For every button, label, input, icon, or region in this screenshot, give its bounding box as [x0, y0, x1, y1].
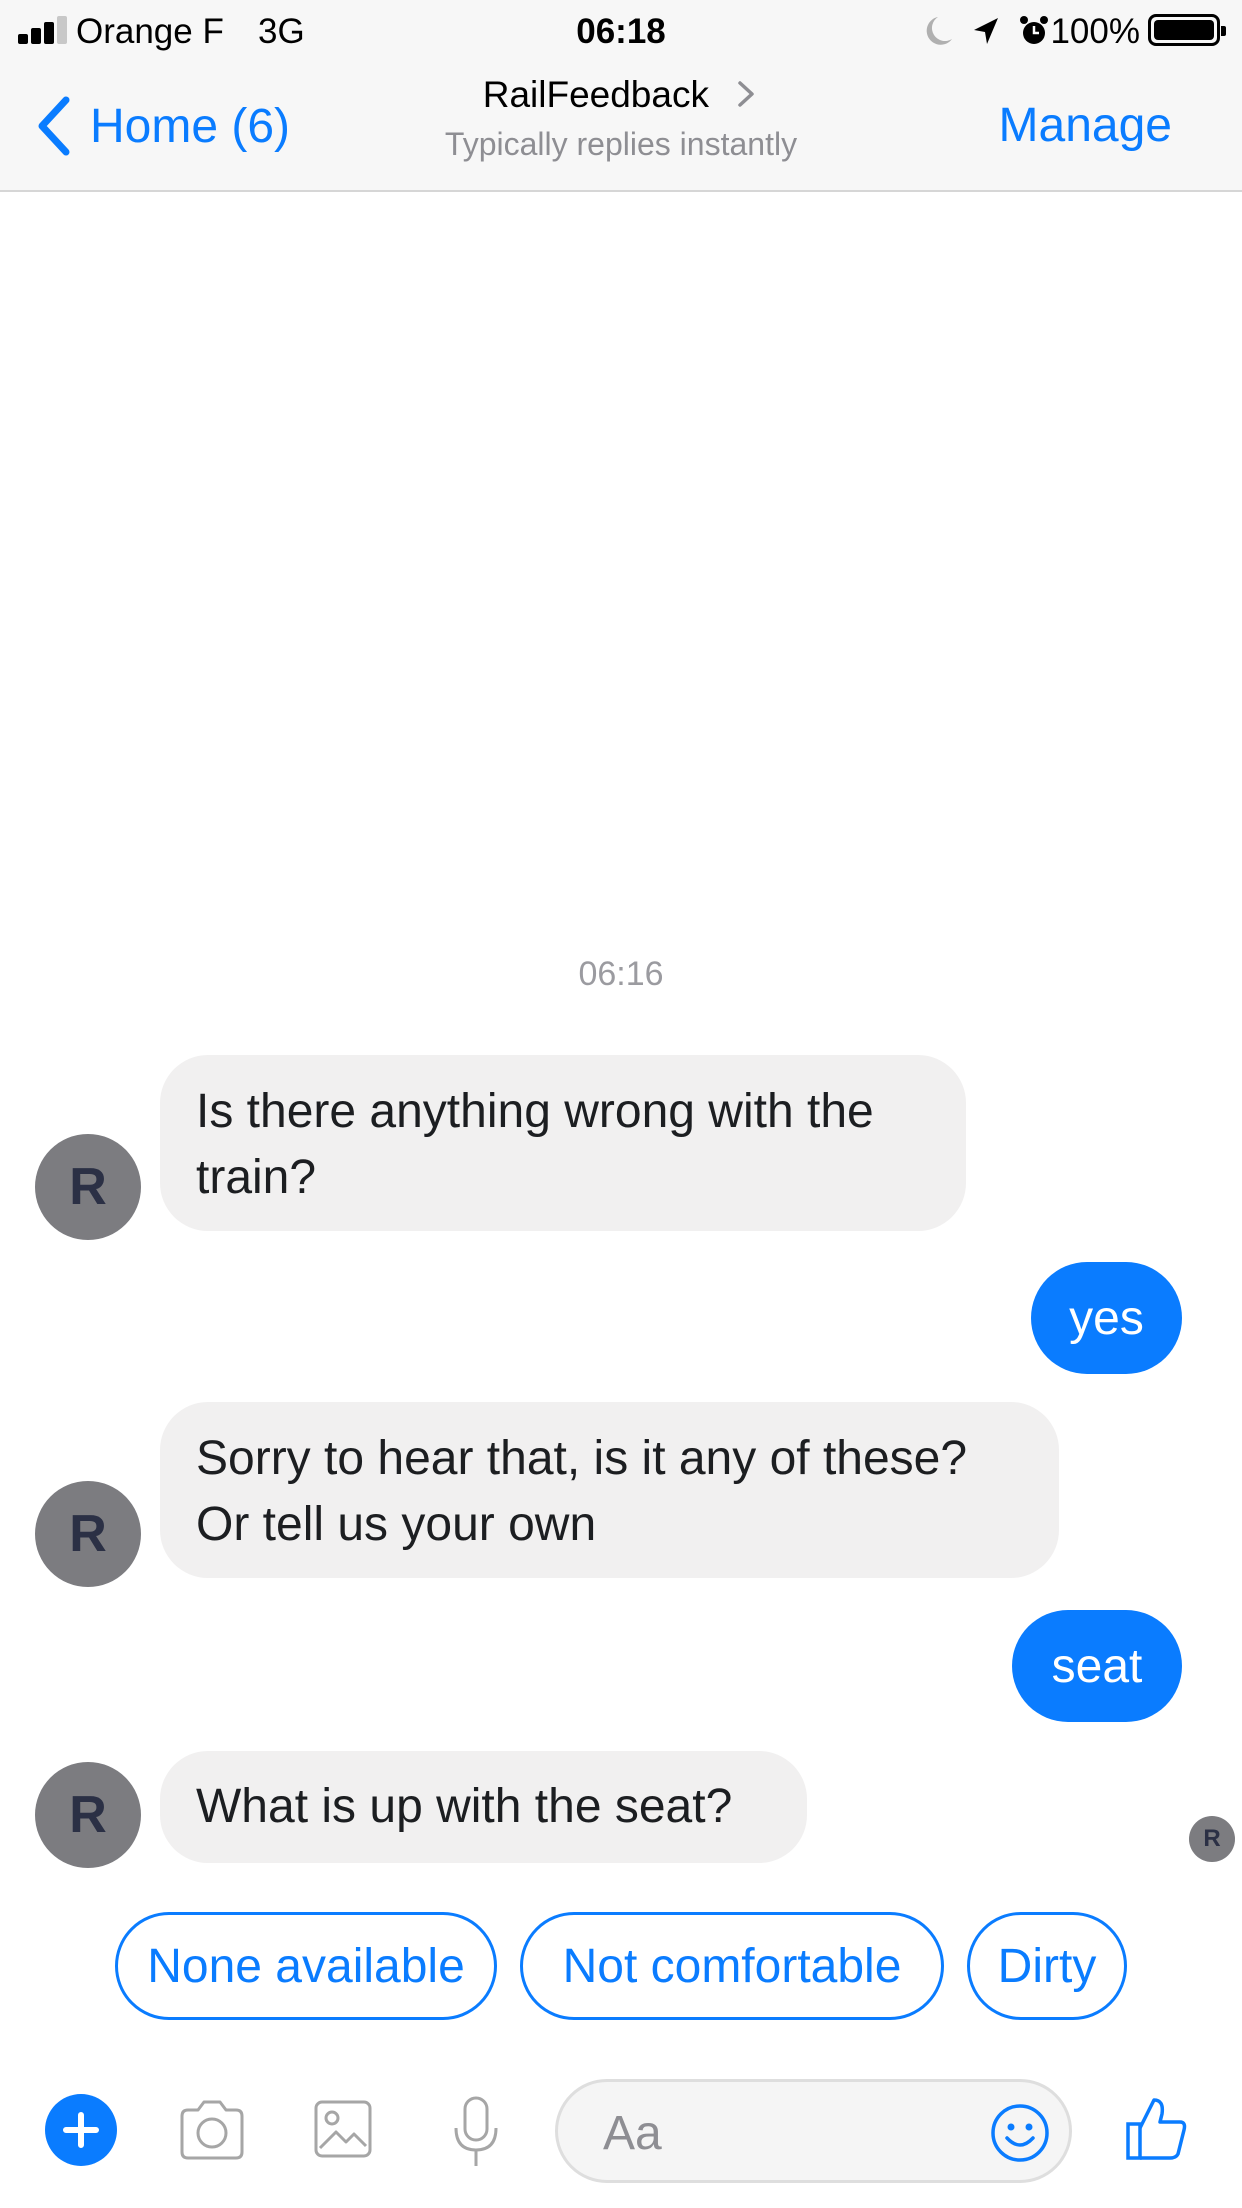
messenger-screen: Orange F 3G 06:18 100% Home (6) RailFeed…	[0, 0, 1242, 2208]
moon-icon	[926, 17, 952, 45]
message-input[interactable]: Aa	[555, 2079, 1072, 2183]
quick-reply-none-available[interactable]: None available	[115, 1912, 497, 2020]
plus-icon	[63, 2112, 99, 2148]
quick-reply-not-comfortable[interactable]: Not comfortable	[520, 1912, 944, 2020]
message-input-placeholder: Aa	[603, 2107, 662, 2160]
conversation-title: RailFeedback	[482, 74, 709, 115]
status-icons	[926, 16, 1048, 45]
incoming-message: What is up with the seat?	[160, 1751, 807, 1863]
plus-button[interactable]	[45, 2094, 117, 2166]
avatar[interactable]: R	[35, 1481, 141, 1587]
read-receipt-avatar: R	[1189, 1816, 1235, 1862]
camera-icon[interactable]	[176, 2098, 248, 2162]
manage-button[interactable]: Manage	[999, 98, 1172, 153]
outgoing-message: seat	[1012, 1610, 1182, 1722]
quick-reply-dirty[interactable]: Dirty	[967, 1912, 1127, 2020]
alarm-clock-icon	[1020, 16, 1048, 44]
message-line: What is up with the seat?	[196, 1780, 733, 1833]
nav-bar: Home (6) RailFeedback Typically replies …	[0, 62, 1242, 192]
location-arrow-icon	[974, 18, 998, 44]
image-icon[interactable]	[312, 2098, 374, 2160]
chevron-right-icon	[738, 81, 754, 107]
battery-percent: 100%	[1050, 12, 1140, 51]
thumbs-up-icon[interactable]	[1124, 2094, 1190, 2164]
avatar[interactable]: R	[35, 1134, 141, 1240]
message-line: Sorry to hear that, is it any of these?	[196, 1432, 968, 1485]
emoji-icon[interactable]	[989, 2102, 1051, 2164]
outgoing-message: yes	[1031, 1262, 1182, 1374]
message-line: Or tell us your own	[196, 1498, 597, 1551]
message-line: Is there anything wrong with the	[196, 1085, 874, 1138]
incoming-message: Is there anything wrong with the train?	[160, 1055, 966, 1231]
battery-icon	[1148, 14, 1226, 46]
microphone-icon[interactable]	[450, 2094, 502, 2170]
incoming-message: Sorry to hear that, is it any of these? …	[160, 1402, 1059, 1578]
status-bar: Orange F 3G 06:18 100%	[0, 0, 1242, 62]
message-timestamp: 06:16	[578, 955, 664, 993]
avatar[interactable]: R	[35, 1762, 141, 1868]
message-line: train?	[196, 1151, 317, 1204]
